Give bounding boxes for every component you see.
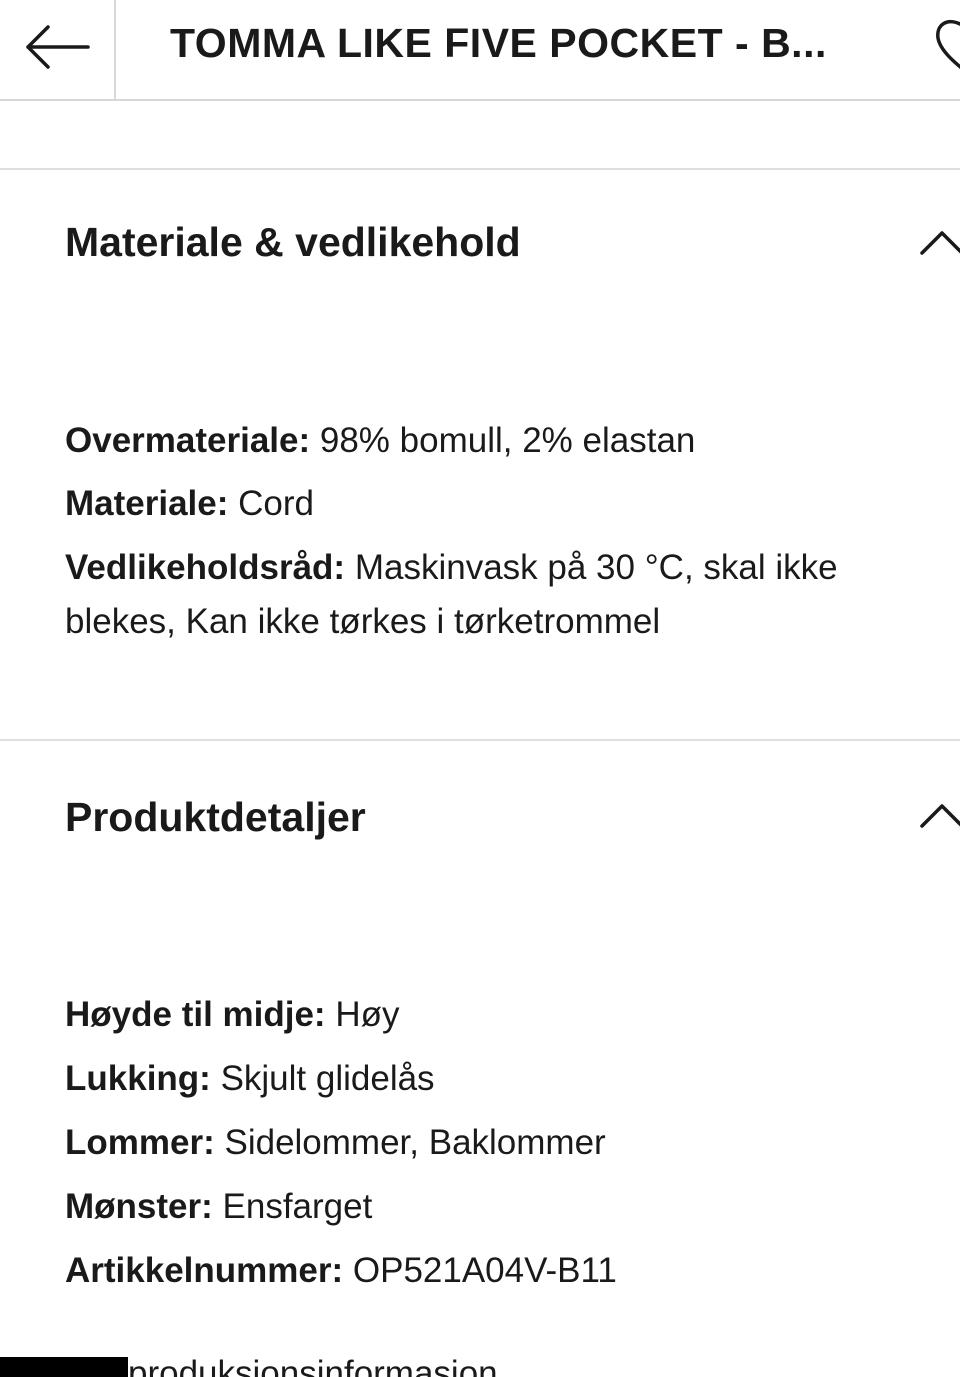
detail-value: Skjult glidelås <box>220 1059 435 1098</box>
back-button[interactable] <box>0 0 116 99</box>
chevron-up-icon <box>918 796 960 832</box>
detail-row: Lukking: Skjult glidelås <box>65 1052 945 1106</box>
accordion-product-details[interactable]: Produktdetaljer <box>0 758 960 878</box>
chevron-up-icon <box>918 223 960 259</box>
detail-row: Artikkelnummer: OP521A04V-B11 <box>65 1244 945 1298</box>
top-bar: TOMMA LIKE FIVE POCKET - B... <box>0 0 960 101</box>
detail-label: Høyde til midje: <box>65 995 326 1034</box>
redaction-block <box>0 1357 128 1377</box>
partial-link-text[interactable]: produksjonsinformasjon <box>128 1354 498 1377</box>
detail-label: Artikkelnummer: <box>65 1251 344 1290</box>
product-detail-page: TOMMA LIKE FIVE POCKET - B... Materiale … <box>0 0 960 1377</box>
detail-row: Overmateriale: 98% bomull, 2% elastan <box>65 414 945 468</box>
arrow-left-icon <box>24 24 90 75</box>
detail-value: Sidelommer, Baklommer <box>224 1123 606 1162</box>
detail-row: Materiale: Cord <box>65 477 945 531</box>
page-title: TOMMA LIKE FIVE POCKET - B... <box>170 20 827 66</box>
heart-icon <box>930 19 960 78</box>
detail-label: Overmateriale: <box>65 421 311 460</box>
divider <box>0 168 960 170</box>
detail-label: Materiale: <box>65 484 229 523</box>
detail-label: Lukking: <box>65 1059 211 1098</box>
detail-label: Lommer: <box>65 1123 215 1162</box>
detail-value: Cord <box>238 484 315 523</box>
section-title: Materiale & vedlikehold <box>65 219 521 265</box>
detail-row: Høyde til midje: Høy <box>65 988 945 1042</box>
accordion-material-care[interactable]: Materiale & vedlikehold <box>0 185 960 305</box>
detail-value: 98% bomull, 2% elastan <box>319 421 696 460</box>
section-title: Produktdetaljer <box>65 794 366 840</box>
wishlist-button[interactable] <box>930 14 960 74</box>
detail-row: Lommer: Sidelommer, Baklommer <box>65 1116 945 1170</box>
detail-value: Ensfarget <box>222 1187 373 1226</box>
detail-row: Mønster: Ensfarget <box>65 1180 945 1234</box>
detail-row: Vedlikeholdsråd: Maskinvask på 30 °C, sk… <box>65 541 945 649</box>
detail-value: OP521A04V-B11 <box>352 1251 617 1290</box>
detail-label: Vedlikeholdsråd: <box>65 548 346 587</box>
divider <box>0 739 960 741</box>
detail-value: Høy <box>335 995 400 1034</box>
detail-label: Mønster: <box>65 1187 213 1226</box>
